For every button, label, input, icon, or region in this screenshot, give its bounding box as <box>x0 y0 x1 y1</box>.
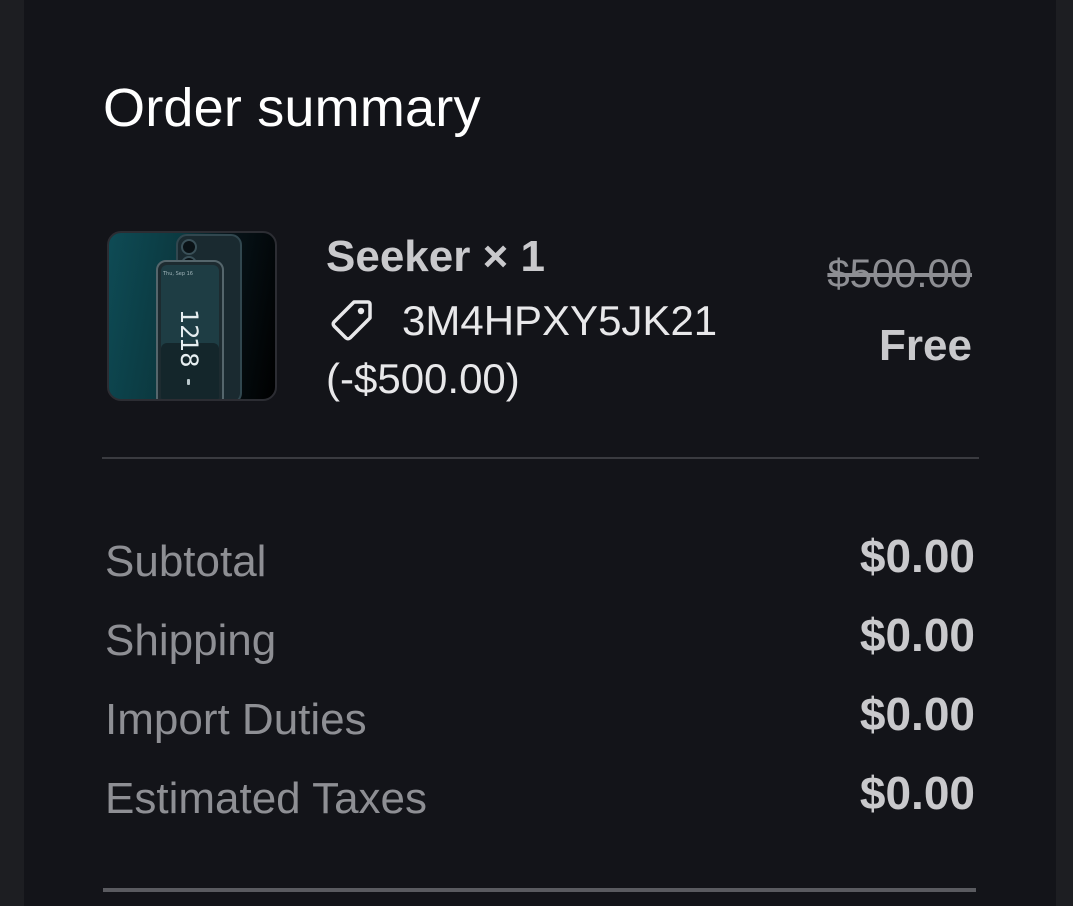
summary-row-shipping: Shipping $0.00 <box>105 609 975 669</box>
original-price: $500.00 <box>827 252 972 296</box>
summary-row-estimated-taxes: Estimated Taxes $0.00 <box>105 767 975 827</box>
import-duties-label: Import Duties <box>105 695 367 744</box>
discount-code: 3M4HPXY5JK21 <box>402 297 718 344</box>
discount-row: 3M4HPXY5JK21 <box>328 296 717 346</box>
svg-text:Thu, Sep 16: Thu, Sep 16 <box>162 271 193 277</box>
phone-clock-hour: 12 <box>175 309 203 340</box>
shipping-label: Shipping <box>105 616 277 665</box>
page: Order summary Thu, Sep 16 12 18 Seeker ×… <box>0 0 1073 906</box>
final-price: Free <box>879 321 972 370</box>
product-image: Thu, Sep 16 12 18 <box>107 231 277 401</box>
product-name: Seeker × 1 <box>326 232 545 281</box>
summary-row-import-duties: Import Duties $0.00 <box>105 688 975 748</box>
divider <box>102 457 979 459</box>
estimated-taxes-value: $0.00 <box>859 767 975 819</box>
summary-row-subtotal: Subtotal $0.00 <box>105 530 975 590</box>
phone-clock-minute: 18 <box>175 337 203 368</box>
discount-amount: (-$500.00) <box>326 355 520 402</box>
order-summary-title: Order summary <box>103 78 481 138</box>
bottom-divider <box>103 888 976 892</box>
import-duties-value: $0.00 <box>859 688 975 740</box>
shipping-value: $0.00 <box>859 609 975 661</box>
estimated-taxes-label: Estimated Taxes <box>105 774 428 823</box>
tag-icon <box>331 300 372 341</box>
subtotal-value: $0.00 <box>859 530 975 582</box>
subtotal-label: Subtotal <box>105 537 267 586</box>
